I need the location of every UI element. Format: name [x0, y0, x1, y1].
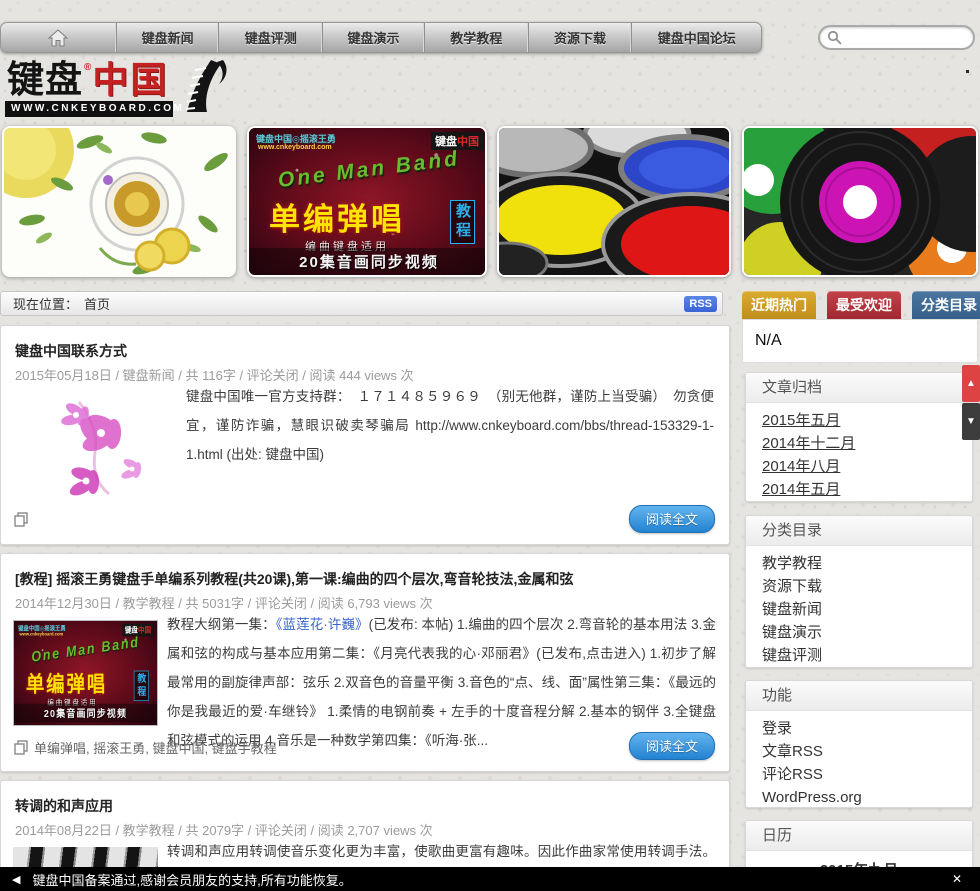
omb-headline: One Man Band [30, 634, 141, 666]
excerpt-link[interactable]: 《蓝莲花·许巍》 [276, 617, 369, 632]
archive-link[interactable]: 2014年八月 [762, 455, 972, 478]
post-tutorial: [教程] 摇滚王勇键盘手单编系列教程(共20课),第一课:编曲的四个层次,弯音轮… [0, 553, 730, 772]
post-title[interactable]: [教程] 摇滚王勇键盘手单编系列教程(共20课),第一课:编曲的四个层次,弯音轮… [15, 569, 715, 589]
omb-footer: 20集音画同步视频 [14, 703, 157, 723]
post-thumbnail-one-man-band[interactable]: 键盘中国◎摇滚王勇 www.cnkeyboard.com 键盘中国 One Ma… [13, 620, 158, 726]
category-link[interactable]: 键盘新闻 [762, 598, 972, 621]
category-link[interactable]: 键盘评测 [762, 644, 972, 667]
post-tags[interactable]: 单编弹唱, 摇滚王勇, 键盘中国, 键盘手教程 [14, 738, 277, 757]
logo-red-text: 中国 [92, 59, 169, 100]
function-link-comments-rss[interactable]: 评论RSS [762, 763, 972, 786]
omb-badge: 教程 [450, 200, 475, 244]
post-contact: 键盘中国联系方式 2015年05月18日 / 键盘新闻 / 共 116字 / 评… [0, 325, 730, 545]
category-link[interactable]: 资源下载 [762, 575, 972, 598]
vinyl-records-art [744, 128, 976, 275]
logo-wordmark: 键盘 ® 中国 [7, 60, 168, 100]
tags-icon [14, 740, 28, 755]
omb-title: 单编弹唱 [269, 202, 405, 237]
sidebar-tab-content: N/A [742, 319, 978, 363]
post-thumbnail-flowers[interactable] [49, 392, 161, 500]
post-title[interactable]: 转调的和声应用 [15, 796, 715, 816]
function-link-posts-rss[interactable]: 文章RSS [762, 740, 972, 763]
scroll-down-button[interactable]: ▼ [962, 403, 980, 440]
nav-item-tutorials[interactable]: 教学教程 [425, 23, 529, 52]
omb-headline: One Man Band [276, 146, 462, 193]
tab-recent-hot[interactable]: 近期热门 [742, 291, 816, 319]
widget-categories-title: 分类目录 [746, 516, 972, 546]
excerpt-text: 教程大纲第一集： [167, 617, 276, 632]
banner-one-man-band[interactable]: 键盘中国◎摇滚王勇 www.cnkeyboard.com 键盘中国 One Ma… [247, 126, 487, 277]
widget-categories: 分类目录 教学教程 资源下载 键盘新闻 键盘演示 键盘评测 [745, 515, 973, 668]
archive-link[interactable]: 2014年五月 [762, 478, 972, 501]
widget-calendar-title: 日历 [746, 821, 972, 851]
widget-archive: 文章归档 2015年五月 2014年十二月 2014年八月 2014年五月 [745, 372, 973, 502]
logo-url: WWW.CNKEYBOARD.COM [5, 101, 182, 117]
omb-site-url: www.cnkeyboard.com [258, 144, 332, 151]
pages-icon [14, 512, 28, 532]
logo-registered-mark: ® [84, 62, 92, 73]
arrow-up-icon: ▲ [966, 378, 976, 389]
function-link-wordpress[interactable]: WordPress.org [762, 786, 972, 807]
tiny-marker [966, 70, 969, 73]
announcement-icon: ◀ [12, 873, 21, 886]
function-link-login[interactable]: 登录 [762, 717, 972, 740]
widget-functions-title: 功能 [746, 681, 972, 711]
flower-art [49, 392, 161, 500]
nav-item-downloads[interactable]: 资源下载 [529, 23, 633, 52]
tea-art [4, 128, 234, 275]
omb-title: 单编弹唱 [25, 672, 107, 697]
one-man-band-art: 键盘中国◎摇滚王勇 www.cnkeyboard.com 键盘中国 One Ma… [14, 621, 157, 725]
home-icon [48, 28, 69, 46]
widget-functions: 功能 登录 文章RSS 评论RSS WordPress.org [745, 680, 973, 808]
rss-badge[interactable]: RSS [684, 295, 717, 312]
post-title[interactable]: 键盘中国联系方式 [15, 341, 715, 361]
tags-text[interactable]: 单编弹唱, 摇滚王勇, 键盘中国, 键盘手教程 [34, 738, 277, 757]
close-icon[interactable]: ✕ [946, 872, 968, 886]
arrow-down-icon: ▼ [966, 416, 976, 427]
read-more-button[interactable]: 阅读全文 [628, 732, 715, 760]
announcement-text: 键盘中国备案通过,感谢会员朋友的支持,所有功能恢复。 [32, 872, 352, 888]
paint-cans-art [499, 128, 729, 275]
tab-categories[interactable]: 分类目录 [912, 291, 980, 319]
logo-black-text: 键盘 [7, 59, 83, 100]
omb-site-url: www.cnkeyboard.com [19, 632, 64, 637]
post-excerpt: 教程大纲第一集：《蓝莲花·许巍》(已发布: 本帖) 1.编曲的四个层次 2.弯音… [167, 610, 716, 755]
breadcrumb-home-link[interactable]: 首页 [84, 294, 110, 313]
banner-tea-image[interactable] [2, 126, 236, 277]
nav-item-reviews[interactable]: 键盘评测 [219, 23, 324, 52]
omb-badge: 教程 [133, 670, 149, 702]
widget-archive-title: 文章归档 [746, 373, 972, 403]
site-logo[interactable]: 键盘 ® 中国 WWW.CNKEYBOARD.COM [5, 60, 227, 117]
search-input[interactable] [847, 30, 965, 45]
search-box [818, 25, 975, 50]
breadcrumb-label: 现在位置： [13, 297, 79, 312]
sidebar-tabs: 近期热门 最受欢迎 分类目录 [742, 291, 980, 319]
breadcrumb: 现在位置： 首页 RSS [0, 291, 723, 316]
post-excerpt: 键盘中国唯一官方支持群： １７１４８５９６９ （别无他群，谨防上当受骗） 勿贪便… [186, 389, 714, 462]
omb-footer: 20集音画同步视频 [249, 248, 485, 275]
top-navigation: 键盘新闻 键盘评测 键盘演示 教学教程 资源下载 键盘中国论坛 [0, 22, 762, 53]
banner-vinyl-records[interactable] [742, 126, 978, 277]
archive-link[interactable]: 2014年十二月 [762, 432, 972, 455]
nav-item-demos[interactable]: 键盘演示 [323, 23, 425, 52]
excerpt-text: (已发布: 本帖) 1.编曲的四个层次 2.弯音轮的基本用法 3.金属和弦的构成… [167, 617, 716, 748]
announcement-ticker: ◀ 键盘中国备案通过,感谢会员朋友的支持,所有功能恢复。 ✕ [0, 867, 980, 891]
one-man-band-art: 键盘中国◎摇滚王勇 www.cnkeyboard.com 键盘中国 One Ma… [249, 128, 485, 275]
read-more-button[interactable]: 阅读全文 [628, 505, 715, 533]
search-icon [827, 30, 842, 45]
tab-most-popular[interactable]: 最受欢迎 [827, 291, 901, 319]
category-link[interactable]: 教学教程 [762, 552, 972, 575]
nav-home[interactable] [1, 23, 117, 52]
scroll-up-button[interactable]: ▲ [962, 365, 980, 402]
page: 键盘新闻 键盘评测 键盘演示 教学教程 资源下载 键盘中国论坛 键盘 ® 中国 [0, 0, 980, 891]
category-link[interactable]: 键盘演示 [762, 621, 972, 644]
nav-item-news[interactable]: 键盘新闻 [117, 23, 220, 52]
nav-item-forum[interactable]: 键盘中国论坛 [632, 23, 761, 52]
banner-paint-cans[interactable] [497, 126, 731, 277]
archive-link[interactable]: 2015年五月 [762, 409, 972, 432]
